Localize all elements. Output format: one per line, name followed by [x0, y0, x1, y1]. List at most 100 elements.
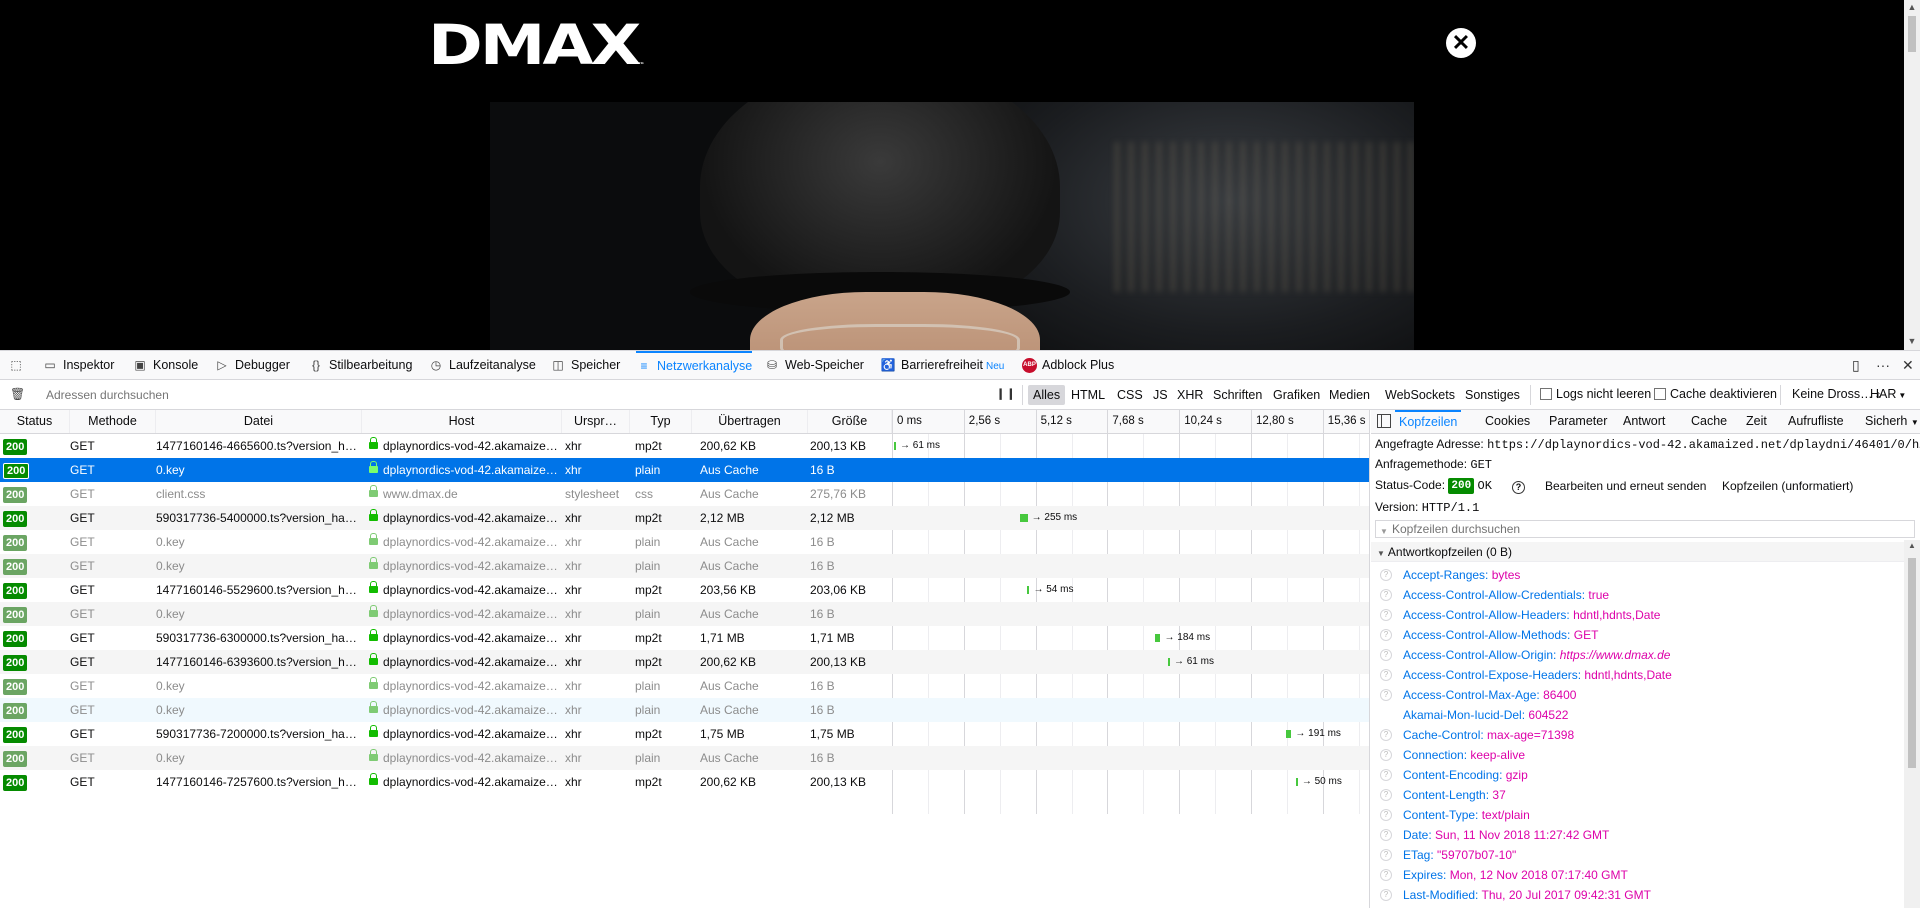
tab-laufzeitanalyse[interactable]: ◷ Laufzeitanalyse	[428, 351, 536, 380]
table-row[interactable]: 200 GET 0.key dplaynordics-vod-42.akamaize……	[0, 530, 1369, 554]
status-help-button[interactable]: ?	[1512, 479, 1525, 494]
response-header-row[interactable]: ? Connection: keep-alive	[1371, 745, 1911, 765]
response-headers-section-toggle[interactable]: ▼ Antwortkopfzeilen (0 B)	[1371, 542, 1920, 562]
filter-type-html[interactable]: HTML	[1066, 385, 1110, 405]
column-header-method[interactable]: Methode	[70, 410, 156, 433]
scrollbar-thumb[interactable]	[1908, 16, 1916, 52]
response-header-row[interactable]: ? Access-Control-Allow-Origin: https://ww…	[1371, 645, 1911, 665]
header-help-icon[interactable]: ?	[1380, 849, 1392, 861]
table-row[interactable]: 200 GET 0.key dplaynordics-vod-42.akamaize……	[0, 554, 1369, 578]
waterfall-bar[interactable]	[1020, 514, 1028, 522]
response-header-row[interactable]: ? Access-Control-Allow-Credentials: true	[1371, 585, 1911, 605]
table-row[interactable]: 200 GET 1477160146-6393600.ts?version_hash…	[0, 650, 1369, 674]
header-help-icon[interactable]: ?	[1380, 629, 1392, 641]
tab-cache[interactable]: Cache	[1691, 410, 1727, 433]
tab-sicherheit[interactable]: Sicherh ▼	[1865, 410, 1919, 433]
table-row[interactable]: 200 GET 0.key dplaynordics-vod-42.akamaize……	[0, 458, 1369, 482]
waterfall-bar[interactable]	[1285, 730, 1292, 738]
waterfall-bar[interactable]	[1155, 634, 1161, 642]
details-scrollbar[interactable]: ▲	[1904, 540, 1920, 908]
response-header-row[interactable]: ? Access-Control-Expose-Headers: hdntl,hd…	[1371, 665, 1911, 685]
header-help-icon[interactable]: ?	[1380, 809, 1392, 821]
persist-logs-checkbox[interactable]: Logs nicht leeren	[1540, 387, 1651, 401]
table-row[interactable]: 200 GET 590317736-7200000.ts?version_hash=…	[0, 722, 1369, 746]
response-header-row[interactable]: ? Content-Type: text/plain	[1371, 805, 1911, 825]
throttling-select[interactable]: Keine Dross… ⇕	[1792, 387, 1881, 401]
response-header-row[interactable]: ? Content-Encoding: gzip	[1371, 765, 1911, 785]
response-header-row[interactable]: ? Date: Sun, 11 Nov 2018 11:27:42 GMT	[1371, 825, 1911, 845]
table-row[interactable]: 200 GET 0.key dplaynordics-vod-42.akamaize……	[0, 746, 1369, 770]
column-header-host[interactable]: Host	[362, 410, 562, 433]
response-header-row[interactable]: ? ETag: "59707b07-10"	[1371, 845, 1911, 865]
scrollbar-thumb[interactable]	[1908, 558, 1916, 768]
filter-type-alles[interactable]: Alles	[1028, 385, 1066, 405]
close-devtools-button[interactable]: ✕	[1902, 351, 1914, 380]
scroll-up-icon[interactable]: ▲	[1904, 541, 1920, 550]
table-row[interactable]: 200 GET 1477160146-4665600.ts?version_hash…	[0, 434, 1369, 458]
tab-parameter[interactable]: Parameter	[1549, 410, 1607, 433]
response-header-row[interactable]: ? Access-Control-Allow-Methods: GET	[1371, 625, 1911, 645]
header-help-icon[interactable]: ?	[1380, 669, 1392, 681]
table-row[interactable]: 200 GET 590317736-6300000.ts?version_hash=…	[0, 626, 1369, 650]
scroll-down-icon[interactable]: ▼	[1904, 336, 1920, 346]
header-help-icon[interactable]: ?	[1380, 769, 1392, 781]
tab-cookies[interactable]: Cookies	[1485, 410, 1530, 433]
header-help-icon[interactable]: ?	[1380, 869, 1392, 881]
header-help-icon[interactable]: ?	[1380, 649, 1392, 661]
header-help-icon[interactable]: ?	[1380, 749, 1392, 761]
waterfall-bar[interactable]	[1167, 658, 1170, 666]
table-row[interactable]: 200 GET 1477160146-7257600.ts?version_hash…	[0, 770, 1369, 794]
url-filter-input[interactable]	[34, 384, 974, 406]
video-player[interactable]	[490, 102, 1414, 350]
tab-barrierefreiheit[interactable]: ♿ Barrierefreiheit Neu	[880, 351, 1005, 380]
tab-kopfzeilen[interactable]: Kopfzeilen	[1395, 410, 1462, 433]
column-header-size[interactable]: Größe	[808, 410, 892, 433]
header-help-icon[interactable]: ?	[1380, 609, 1392, 621]
tab-antwort[interactable]: Antwort	[1623, 410, 1665, 433]
page-scrollbar[interactable]: ▲ ▼	[1904, 0, 1920, 350]
dmax-logo[interactable]: DMAX ™	[428, 18, 644, 73]
table-row[interactable]: 200 GET 590317736-5400000.ts?version_hash=…	[0, 506, 1369, 530]
header-help-icon[interactable]: ?	[1380, 689, 1392, 701]
filter-type-js[interactable]: JS	[1148, 385, 1173, 405]
tab-zeit[interactable]: Zeit	[1746, 410, 1767, 433]
column-header-status[interactable]: Status	[0, 410, 70, 433]
header-filter-input[interactable]: ▼ Kopfzeilen durchsuchen	[1375, 520, 1915, 538]
scroll-up-icon[interactable]: ▲	[1904, 2, 1920, 12]
close-video-button[interactable]: ✕	[1446, 28, 1476, 58]
filter-type-medien[interactable]: Medien	[1324, 385, 1375, 405]
more-options-button[interactable]: ···	[1876, 351, 1890, 380]
header-help-icon[interactable]: ?	[1380, 789, 1392, 801]
table-row[interactable]: 200 GET 0.key dplaynordics-vod-42.akamaize……	[0, 602, 1369, 626]
table-row[interactable]: 200 GET 0.key dplaynordics-vod-42.akamaize……	[0, 698, 1369, 722]
disable-cache-checkbox[interactable]: Cache deaktivieren	[1654, 387, 1777, 401]
edit-resend-button[interactable]: Bearbeiten und erneut senden	[1545, 479, 1706, 493]
tab-web-speicher[interactable]: ⛁ Web-Speicher	[764, 351, 864, 380]
clear-log-trash-icon[interactable]: 🗑	[10, 387, 25, 401]
element-picker-button[interactable]: ⬚	[8, 351, 29, 380]
table-row[interactable]: 200 GET 1477160146-5529600.ts?version_hash…	[0, 578, 1369, 602]
header-help-icon[interactable]: ?	[1380, 889, 1392, 901]
checkbox-box[interactable]	[1654, 388, 1666, 400]
table-row[interactable]: 200 GET 0.key dplaynordics-vod-42.akamaize……	[0, 674, 1369, 698]
waterfall-bar[interactable]	[894, 442, 896, 450]
response-header-row[interactable]: ? Access-Control-Allow-Headers: hdntl,hdn…	[1371, 605, 1911, 625]
table-row[interactable]: 200 GET client.css www.dmax.de stylesheet css…	[0, 482, 1369, 506]
pause-recording-button[interactable]: ❙❙	[996, 387, 1016, 400]
tab-speicher[interactable]: ◫ Speicher	[550, 351, 620, 380]
column-header-type[interactable]: Typ	[630, 410, 692, 433]
header-help-icon[interactable]: ?	[1380, 589, 1392, 601]
header-help-icon[interactable]: ?	[1380, 829, 1392, 841]
column-header-file[interactable]: Datei	[156, 410, 362, 433]
response-header-row[interactable]: ? Accept-Ranges: bytes	[1371, 565, 1911, 585]
filter-type-schriften[interactable]: Schriften	[1208, 385, 1267, 405]
waterfall-bar[interactable]	[1027, 586, 1030, 594]
dock-side-button[interactable]: ▯	[1852, 351, 1860, 380]
tab-konsole[interactable]: ▣ Konsole	[132, 351, 198, 380]
filter-type-xhr[interactable]: XHR	[1172, 385, 1208, 405]
raw-headers-toggle[interactable]: Kopfzeilen (unformatiert)	[1722, 479, 1853, 493]
response-header-row[interactable]: ? Last-Modified: Thu, 20 Jul 2017 09:42:3…	[1371, 885, 1911, 905]
tab-debugger[interactable]: ▷ Debugger	[214, 351, 290, 380]
checkbox-box[interactable]	[1540, 388, 1552, 400]
filter-type-css[interactable]: CSS	[1112, 385, 1148, 405]
